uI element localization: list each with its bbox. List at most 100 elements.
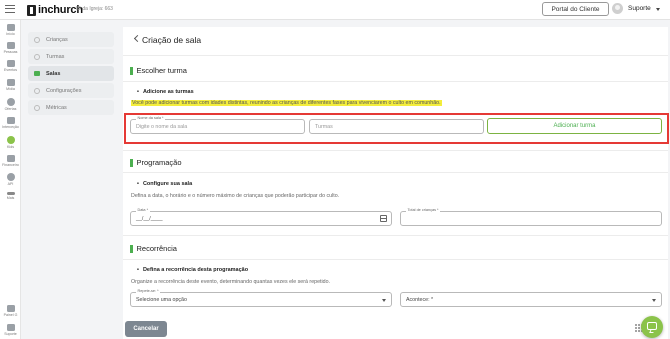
nav-label: API [7, 182, 14, 186]
offer-icon [6, 98, 15, 106]
chart-icon [34, 104, 40, 111]
logo-mark-icon [27, 4, 36, 16]
section-accent-bar [130, 66, 133, 75]
date-field[interactable]: Data * __/__/____ [130, 208, 392, 226]
room-icon [34, 71, 40, 76]
field-value: Acontece: * [406, 297, 434, 303]
grid-icon [6, 305, 15, 312]
nav-label: Interceção [2, 125, 19, 129]
top-bar: inchurch ID da Igreja: 663 Portal do Cli… [0, 0, 670, 20]
chevron-down-icon [382, 299, 386, 302]
user-name[interactable]: Suporte [628, 5, 651, 12]
section-title: Programação [136, 158, 182, 167]
section-description: Organize a recorrência deste evento, det… [131, 279, 331, 285]
submenu-label: Turmas [46, 53, 65, 60]
chat-icon [647, 322, 657, 330]
back-arrow-icon[interactable] [133, 34, 142, 43]
calendar-icon[interactable] [380, 215, 387, 222]
subsection-title: Adicione as turmas [137, 89, 194, 95]
calendar-icon [6, 60, 15, 67]
divider [123, 235, 668, 236]
nav-label: Início [6, 32, 15, 36]
subsection-title: Configure sua sala [137, 181, 192, 187]
nav-item-api[interactable]: API [0, 173, 21, 186]
field-label: Repete-se: * [136, 289, 161, 293]
support-icon [6, 324, 15, 331]
section-programacao: Programação [130, 158, 182, 167]
nav-item-eventos[interactable]: Eventos [0, 60, 21, 72]
section-title: Recorrência [136, 244, 177, 253]
field-label: Data * [136, 208, 150, 212]
menu-icon[interactable] [5, 5, 15, 13]
kids-icon [6, 136, 15, 144]
nav-item-inicio[interactable]: Início [0, 24, 21, 36]
nav-item-mais[interactable]: Mais [0, 192, 21, 200]
chevron-down-icon [652, 299, 656, 302]
submenu-label: Crianças [46, 36, 68, 43]
nav-label: Ofertas [4, 107, 17, 111]
child-icon [34, 36, 40, 43]
submenu-item-configuracoes[interactable]: Configurações [28, 83, 114, 98]
cancel-button[interactable]: Cancelar [125, 321, 167, 337]
field-value: Selecione uma opção [136, 297, 187, 303]
nav-label: Kids [7, 145, 14, 149]
nav-label: Painel G [3, 313, 18, 317]
nav-label: Mais [6, 196, 15, 200]
occurs-select[interactable]: Acontece: * [400, 292, 662, 307]
submenu-item-salas[interactable]: Salas [28, 66, 114, 81]
section-description: Defina a data, o horário e o número máxi… [131, 193, 340, 199]
submenu-item-metricas[interactable]: Métricas [28, 100, 114, 115]
media-icon [6, 79, 15, 86]
portal-button[interactable]: Portal do Cliente [542, 2, 609, 16]
left-nav: Início Pessoas Eventos Mídia Ofertas Int… [0, 20, 21, 339]
nav-item-suporte[interactable]: Suporte [0, 324, 21, 336]
divider [123, 259, 668, 260]
total-children-field[interactable]: Total de crianças * [400, 208, 662, 226]
section-recorrencia: Recorrência [130, 244, 177, 253]
api-icon [6, 173, 15, 181]
submenu-item-criancas[interactable]: Crianças [28, 32, 114, 47]
section-accent-bar [130, 158, 133, 167]
subsection-title: Defina a recorrência desta programação [137, 267, 248, 273]
submenu-label: Métricas [46, 104, 67, 111]
nav-label: Mídia [6, 87, 15, 91]
section-title: Escolher turma [136, 66, 187, 75]
submenu-label: Salas [46, 70, 61, 77]
kids-submenu: Crianças Turmas Salas Configurações Métr… [28, 32, 114, 117]
field-label: Total de crianças * [406, 208, 441, 212]
class-icon [34, 53, 40, 60]
nav-item-midia[interactable]: Mídia [0, 79, 21, 91]
field-value: __/__/____ [136, 216, 163, 222]
section-accent-bar [130, 244, 133, 253]
nav-item-pessoas[interactable]: Pessoas [0, 42, 21, 54]
home-icon [6, 24, 15, 31]
chevron-down-icon[interactable] [656, 8, 660, 11]
nav-item-kids[interactable]: Kids [0, 136, 21, 149]
section-description: Você pode adicionar turmas com idades di… [131, 100, 442, 106]
nav-item-painel[interactable]: Painel G [0, 305, 21, 317]
more-icon [6, 192, 15, 195]
prayer-icon [6, 117, 15, 124]
submenu-label: Configurações [46, 87, 82, 94]
section-escolher-turma: Escolher turma [130, 66, 187, 75]
nav-item-intercecao[interactable]: Interceção [0, 117, 21, 129]
avatar[interactable] [612, 3, 623, 14]
finance-icon [6, 155, 15, 162]
nav-label: Financeiro [2, 163, 19, 167]
nav-label: Eventos [4, 68, 17, 72]
nav-item-ofertas[interactable]: Ofertas [0, 98, 21, 111]
logo[interactable]: inchurch [27, 4, 83, 16]
nav-item-financeiro[interactable]: Financeiro [0, 155, 21, 167]
repeat-select[interactable]: Repete-se: * Selecione uma opção [130, 289, 392, 307]
church-id: ID da Igreja: 663 [76, 6, 113, 12]
divider [123, 172, 668, 173]
nav-label: Suporte [4, 332, 17, 336]
divider [123, 81, 668, 82]
page-title: Criação de sala [142, 35, 202, 45]
people-icon [6, 42, 15, 49]
divider [123, 55, 668, 56]
submenu-item-turmas[interactable]: Turmas [28, 49, 114, 64]
chat-button[interactable] [641, 316, 663, 338]
highlight-outline [124, 113, 669, 144]
divider [123, 150, 668, 151]
